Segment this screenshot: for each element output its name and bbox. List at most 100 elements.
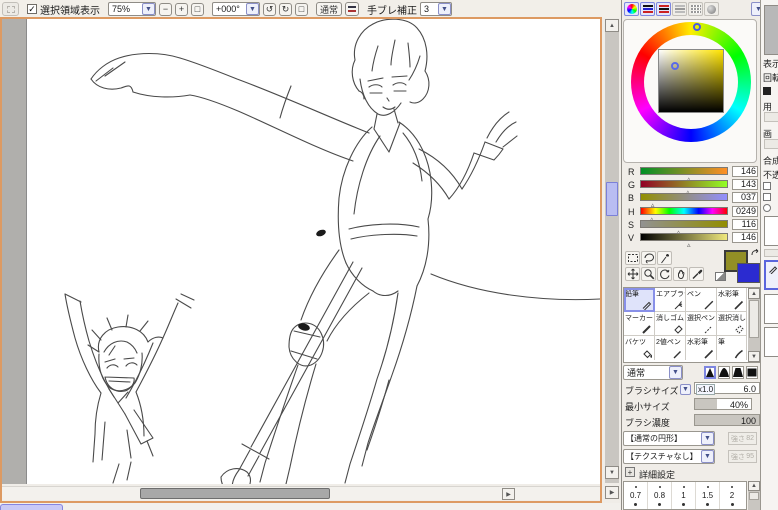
dropdown-arrow[interactable]: ▼ xyxy=(701,432,714,445)
zoom-field[interactable]: 75% ▼ xyxy=(108,2,156,16)
hscroll-thumb[interactable] xyxy=(140,488,330,499)
lasso-tool[interactable] xyxy=(641,251,656,265)
layer-checkbox[interactable] xyxy=(763,182,771,190)
saturation-slider[interactable]: ▵ xyxy=(640,220,728,236)
paper-texture-dropdown[interactable] xyxy=(764,112,778,122)
canvas[interactable] xyxy=(26,19,600,484)
preset-scroll-thumb[interactable] xyxy=(749,492,759,500)
size-preset[interactable]: 0.7 xyxy=(624,482,648,509)
layer-thumbnail[interactable] xyxy=(764,327,778,357)
expand-plus-icon[interactable]: + xyxy=(625,467,635,477)
angle-field[interactable]: +000° ▼ xyxy=(212,2,260,16)
rotate-cw-button[interactable]: ↻ xyxy=(279,2,292,16)
magic-wand-tool[interactable] xyxy=(657,251,672,265)
brush-cell-pen[interactable]: ペン xyxy=(686,288,717,312)
stabilizer-field[interactable]: 3 ▼ xyxy=(420,2,452,16)
edge-shape-button-2[interactable] xyxy=(718,366,730,379)
taskbar-tab[interactable] xyxy=(0,504,63,510)
color-transparency-toggle[interactable] xyxy=(715,272,726,281)
angle-dropdown-button[interactable]: ▼ xyxy=(246,3,259,15)
move-tool[interactable] xyxy=(625,267,640,281)
brush-cell-marker[interactable]: マーカー xyxy=(624,312,655,336)
mode-toggle-button[interactable] xyxy=(345,2,359,16)
saturation-value-square[interactable] xyxy=(658,49,724,113)
stabilizer-dropdown-button[interactable]: ▼ xyxy=(438,3,451,15)
size-preset[interactable]: 2 xyxy=(720,482,744,509)
canvas-viewport[interactable] xyxy=(2,19,600,484)
edge-shape-button-4[interactable] xyxy=(746,366,758,379)
layer-thumbnail[interactable] xyxy=(764,216,778,246)
hue-marker[interactable] xyxy=(693,23,701,31)
brush-cell-select-pen[interactable]: 選択ペン xyxy=(686,312,717,336)
zoom-tool[interactable] xyxy=(641,267,656,281)
slider-marker[interactable]: ▵ xyxy=(687,242,691,249)
layer-radio[interactable] xyxy=(763,204,771,212)
rotate-ccw-button[interactable]: ↺ xyxy=(263,2,276,16)
sv-cursor[interactable] xyxy=(671,62,679,70)
color-mixer-tab[interactable] xyxy=(704,2,719,16)
scroll-up-button[interactable]: ▲ xyxy=(748,288,760,299)
brush-cell-watercolor[interactable]: 水彩筆 xyxy=(717,288,747,312)
advanced-settings-label[interactable]: 詳細設定 xyxy=(639,468,675,481)
dropdown-arrow[interactable]: ▼ xyxy=(701,450,714,463)
brush-cell-bucket[interactable]: バケツ xyxy=(624,336,655,360)
scroll-down-button[interactable]: ▼ xyxy=(748,351,760,362)
rgb-sliders-tab[interactable] xyxy=(640,2,655,16)
size-preset[interactable]: 0.8 xyxy=(648,482,672,509)
brush-cell-airbrush[interactable]: エアブラシ xyxy=(655,288,686,312)
slider-value[interactable]: 146 xyxy=(732,232,758,243)
eyedropper-tool[interactable] xyxy=(689,267,704,281)
edge-shape-button-3[interactable] xyxy=(732,366,744,379)
brush-shape-dropdown[interactable]: 【通常の円形】 ▼ xyxy=(623,431,715,446)
size-scale-badge[interactable]: x1.0 xyxy=(696,384,716,395)
background-swatch[interactable] xyxy=(737,263,760,283)
slider-value[interactable]: 146 xyxy=(732,166,758,177)
selected-layer-thumbnail[interactable] xyxy=(764,260,778,290)
layer-thumbnail[interactable] xyxy=(764,294,778,324)
hue-ring[interactable] xyxy=(631,22,751,142)
hue-slider[interactable]: ▵ xyxy=(640,207,728,223)
paint-mode-dropdown[interactable]: 通常 ▼ xyxy=(623,365,683,380)
color-wheel-tab[interactable] xyxy=(624,2,639,16)
grid-scroll-thumb[interactable] xyxy=(749,300,759,338)
layer-mini-button[interactable] xyxy=(764,249,778,257)
slider-value[interactable]: 037 xyxy=(732,192,758,203)
zoom-reset-button[interactable]: □ xyxy=(191,2,204,16)
green-slider[interactable]: ▵ xyxy=(640,180,728,196)
select-area-checkbox[interactable]: ✓ xyxy=(27,4,37,14)
density-bar[interactable]: 100 xyxy=(694,414,760,426)
size-preset[interactable]: 1 xyxy=(672,482,696,509)
edge-shape-button-1[interactable] xyxy=(704,366,716,379)
preset-scrollbar[interactable]: ▲ xyxy=(748,481,760,510)
brush-cell-eraser[interactable]: 消しゴム xyxy=(655,312,686,336)
brush-size-unit-button[interactable]: ▼ xyxy=(680,384,691,395)
swap-colors-icon[interactable] xyxy=(750,248,760,258)
brush-cell-fude[interactable]: 筆 xyxy=(717,336,747,360)
vscroll-thumb[interactable] xyxy=(606,182,618,216)
scroll-up-button[interactable]: ▲ xyxy=(748,481,760,491)
brush-cell-select-eraser[interactable]: 選択消し xyxy=(717,312,747,336)
select-rectangle-tool[interactable] xyxy=(625,251,640,265)
brush-grid-scrollbar[interactable]: ▲ ▼ xyxy=(748,288,760,362)
blue-slider[interactable]: ▵ xyxy=(640,193,728,209)
hsv-sliders-tab[interactable] xyxy=(656,2,671,16)
dropdown-arrow[interactable]: ▼ xyxy=(669,366,682,379)
texture-dropdown[interactable]: 【テクスチャなし】 ▼ xyxy=(623,449,715,464)
rotate-reset-button[interactable]: □ xyxy=(295,2,308,16)
value-slider[interactable]: ▵ xyxy=(640,233,728,249)
slider-value[interactable]: 143 xyxy=(732,179,758,190)
scroll-up-button[interactable]: ▲ xyxy=(605,19,619,32)
hand-tool[interactable] xyxy=(673,267,688,281)
min-size-bar[interactable]: 40% xyxy=(694,398,752,410)
scroll-corner-button[interactable]: ▶ xyxy=(605,486,619,499)
brush-size-bar[interactable]: x1.0 6.0 xyxy=(694,382,760,395)
effect-dropdown[interactable] xyxy=(764,139,778,149)
rotate-canvas-tool[interactable] xyxy=(657,267,672,281)
brush-cell-watercolor2[interactable]: 水彩筆 xyxy=(686,336,717,360)
zoom-dropdown-button[interactable]: ▼ xyxy=(142,3,155,15)
red-slider[interactable]: ▵ xyxy=(640,167,728,183)
canvas-vscrollbar[interactable]: ▲ ▼ xyxy=(605,19,619,483)
zoom-out-button[interactable]: − xyxy=(159,2,172,16)
normal-mode-button[interactable]: 通常 xyxy=(316,2,342,16)
navigator-preview[interactable] xyxy=(764,5,778,55)
